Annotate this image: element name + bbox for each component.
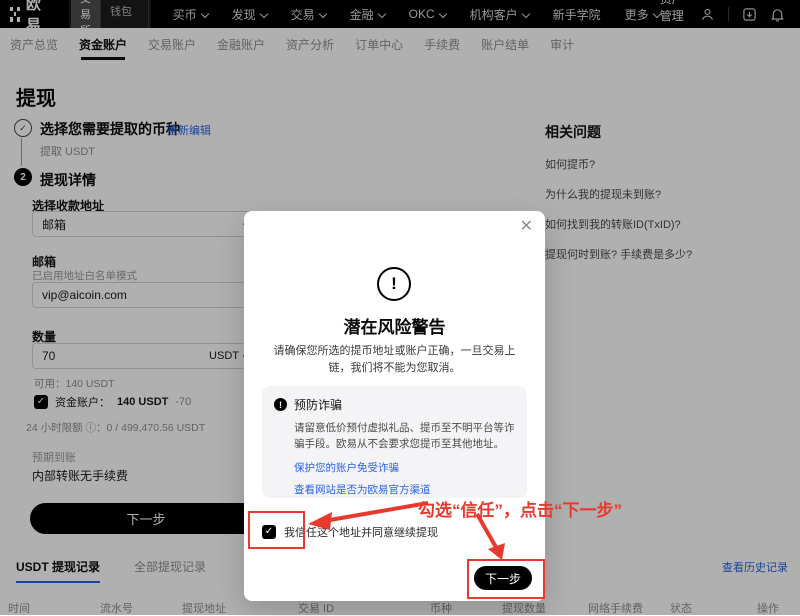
close-icon[interactable]: ✕ xyxy=(520,219,533,235)
annotation-box-next-button xyxy=(467,559,545,599)
verify-official-site-link[interactable]: 查看网站是否为欧易官方渠道 xyxy=(294,482,515,497)
modal-title: 潜在风险警告 xyxy=(244,313,545,338)
tip-body: 请留意低价预付虚拟礼品、提币至不明平台等诈骗手段。欧易从不会要求您提币至其他地址… xyxy=(294,420,515,453)
tip-title: 预防诈骗 xyxy=(294,396,342,413)
annotation-instruction-text: 勾选“信任”，点击“下一步” xyxy=(418,496,622,521)
anti-scam-tipbox: ! 预防诈骗 请留意低价预付虚拟礼品、提币至不明平台等诈骗手段。欧易从不会要求您… xyxy=(262,386,527,498)
trust-address-label: 我信任这个地址并同意继续提现 xyxy=(284,524,438,540)
warning-icon: ! xyxy=(377,267,411,301)
modal-body-text: 请确保您所选的提币地址或账户正确，一旦交易上链，我们将不能为您取消。 xyxy=(266,343,523,376)
alert-dot-icon: ! xyxy=(274,398,287,411)
annotation-box-checkbox xyxy=(248,511,305,549)
protect-account-link[interactable]: 保护您的账户免受诈骗 xyxy=(294,460,515,475)
